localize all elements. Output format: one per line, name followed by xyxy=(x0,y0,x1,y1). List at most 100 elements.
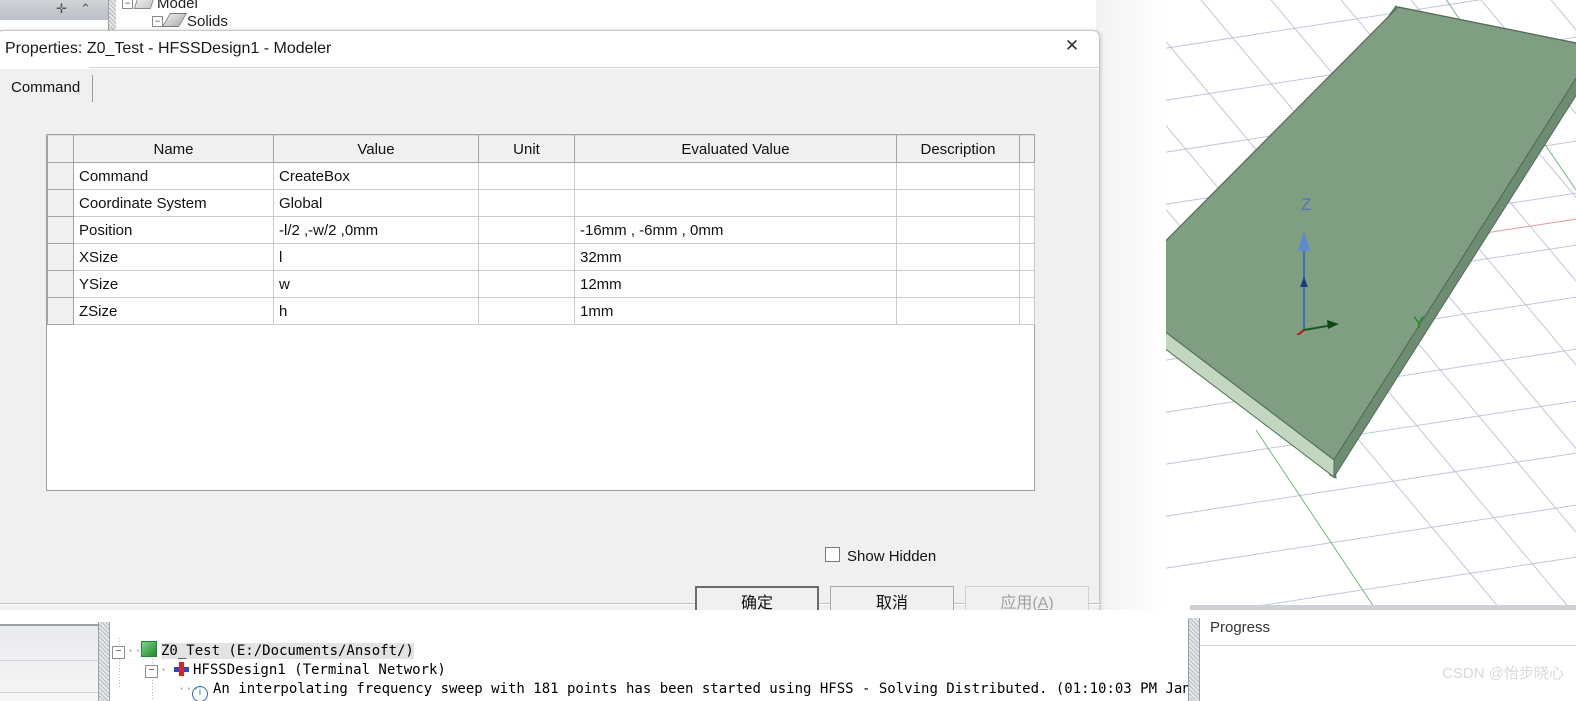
cell-unit[interactable] xyxy=(478,243,575,271)
tree-item-label: Model xyxy=(157,0,198,12)
info-icon: i xyxy=(192,686,208,701)
message-tree-project-row[interactable]: − ·· Z0_Test (E:/Documents/Ansoft/) xyxy=(112,639,414,660)
cell-value[interactable]: l xyxy=(273,243,479,271)
cell-value[interactable]: CreateBox xyxy=(273,162,479,190)
cell-description[interactable] xyxy=(896,162,1020,190)
viewport-glare xyxy=(1096,0,1166,610)
table-row[interactable]: Position -l/2 ,-w/2 ,0mm -16mm , -6mm , … xyxy=(47,216,1035,244)
axis-label-y: Y xyxy=(1413,313,1425,332)
cell-evaluated xyxy=(574,162,897,190)
cell-description[interactable] xyxy=(896,297,1020,325)
tab-command[interactable]: Command xyxy=(0,75,94,102)
properties-table-body: Command CreateBox Coordinate System Glob… xyxy=(47,162,1035,325)
checkbox-box[interactable] xyxy=(825,547,840,562)
cell-end xyxy=(1019,297,1035,325)
list-item[interactable]: ···i An interpolating frequency sweep wit… xyxy=(178,681,1276,701)
tree-expander-icon[interactable]: − xyxy=(112,646,125,659)
show-hidden-label: Show Hidden xyxy=(847,548,937,565)
message-panel-splitter[interactable] xyxy=(98,622,110,701)
tree-expander-icon[interactable]: − xyxy=(145,665,158,678)
table-row[interactable]: Coordinate System Global xyxy=(47,189,1035,217)
pin-icon[interactable]: ✛ xyxy=(56,1,67,17)
cell-value[interactable]: Global xyxy=(273,189,479,217)
tree-expander-icon[interactable]: − xyxy=(122,0,133,9)
column-header-description[interactable]: Description xyxy=(896,135,1020,163)
table-row[interactable]: XSize l 32mm xyxy=(47,243,1035,271)
progress-divider xyxy=(1200,645,1576,646)
row-selector[interactable] xyxy=(47,270,74,298)
progress-panel-splitter[interactable] xyxy=(1188,618,1200,701)
watermark: CSDN @怡步晓心 xyxy=(1442,665,1564,682)
row-selector[interactable] xyxy=(47,243,74,271)
cell-evaluated: 12mm xyxy=(574,270,897,298)
dialog-titlebar[interactable]: Properties: Z0_Test - HFSSDesign1 - Mode… xyxy=(0,31,1099,69)
tree-item-label: Solids xyxy=(187,13,228,30)
cell-name[interactable]: Position xyxy=(73,216,274,244)
cell-unit[interactable] xyxy=(478,270,575,298)
project-icon xyxy=(141,641,157,657)
tree-item-model[interactable]: − Model xyxy=(122,0,198,12)
progress-panel[interactable]: Progress xyxy=(1200,618,1576,701)
message-text: An interpolating frequency sweep with 18… xyxy=(213,681,1276,697)
chevron-up-icon[interactable]: ⌃ xyxy=(80,1,91,17)
column-header-value[interactable]: Value xyxy=(273,135,479,163)
cell-description[interactable] xyxy=(896,216,1020,244)
cell-unit[interactable] xyxy=(478,216,575,244)
cell-evaluated: 1mm xyxy=(574,297,897,325)
table-row[interactable]: YSize w 12mm xyxy=(47,270,1035,298)
cell-name[interactable]: XSize xyxy=(73,243,274,271)
row-selector[interactable] xyxy=(47,189,74,217)
cell-description[interactable] xyxy=(896,189,1020,217)
cell-name[interactable]: Coordinate System xyxy=(73,189,274,217)
message-manager-panel[interactable]: − ·· Z0_Test (E:/Documents/Ansoft/) − · HFSS… xyxy=(110,618,1275,701)
cell-unit[interactable] xyxy=(478,189,575,217)
row-selector[interactable] xyxy=(47,162,74,190)
cell-end xyxy=(1019,270,1035,298)
docked-panel-titlebar: ✛ ⌃ xyxy=(0,0,108,21)
top-strip-filler xyxy=(466,0,1096,34)
project-label: Z0_Test (E:/Documents/Ansoft/) xyxy=(161,643,414,659)
column-header-evaluated-value[interactable]: Evaluated Value xyxy=(574,135,897,163)
project-tree[interactable]: − Model − Solids xyxy=(116,0,466,34)
table-header-row: Name Value Unit Evaluated Value Descript… xyxy=(47,135,1035,163)
hfss-design-icon xyxy=(174,662,189,676)
cell-name[interactable]: YSize xyxy=(73,270,274,298)
properties-table[interactable]: Name Value Unit Evaluated Value Descript… xyxy=(47,135,1035,325)
tree-guide: · xyxy=(160,663,168,677)
table-row[interactable]: ZSize h 1mm xyxy=(47,297,1035,325)
column-header-name[interactable]: Name xyxy=(73,135,274,163)
cell-description[interactable] xyxy=(896,270,1020,298)
cell-value[interactable]: w xyxy=(273,270,479,298)
message-tree-design-row[interactable]: − · HFSSDesign1 (Terminal Network) xyxy=(145,660,446,679)
cell-unit[interactable] xyxy=(478,162,575,190)
left-docked-panel xyxy=(0,624,98,701)
dialog-tabstrip[interactable]: Command xyxy=(0,69,1099,105)
model-icon xyxy=(133,0,156,9)
cell-name[interactable]: ZSize xyxy=(73,297,274,325)
show-hidden-checkbox[interactable]: Show Hidden xyxy=(825,546,936,565)
tree-guide: ·· xyxy=(127,644,142,658)
tree-item-solids[interactable]: − Solids xyxy=(152,12,228,30)
row-selector[interactable] xyxy=(47,216,74,244)
column-header-selector[interactable] xyxy=(47,135,74,163)
design-label: HFSSDesign1 (Terminal Network) xyxy=(193,662,446,678)
table-row[interactable]: Command CreateBox xyxy=(47,162,1035,190)
close-icon[interactable]: ✕ xyxy=(1049,31,1095,61)
column-header-end[interactable] xyxy=(1019,135,1035,163)
progress-title: Progress xyxy=(1210,619,1271,636)
row-selector[interactable] xyxy=(47,297,74,325)
cell-name[interactable]: Command xyxy=(73,162,274,190)
cell-end xyxy=(1019,216,1035,244)
properties-grid-panel[interactable]: Name Value Unit Evaluated Value Descript… xyxy=(46,134,1035,491)
cell-value[interactable]: h xyxy=(273,297,479,325)
column-header-unit[interactable]: Unit xyxy=(478,135,575,163)
cell-description[interactable] xyxy=(896,243,1020,271)
cell-evaluated: 32mm xyxy=(574,243,897,271)
cell-unit[interactable] xyxy=(478,297,575,325)
cell-value[interactable]: -l/2 ,-w/2 ,0mm xyxy=(273,216,479,244)
axis-triad xyxy=(1296,231,1339,335)
properties-dialog[interactable]: Properties: Z0_Test - HFSSDesign1 - Mode… xyxy=(0,30,1100,634)
app-top-strip: ✛ ⌃ − Model − Solids xyxy=(0,0,1096,34)
axis-label-z: Z xyxy=(1301,195,1312,214)
cell-evaluated: -16mm , -6mm , 0mm xyxy=(574,216,897,244)
